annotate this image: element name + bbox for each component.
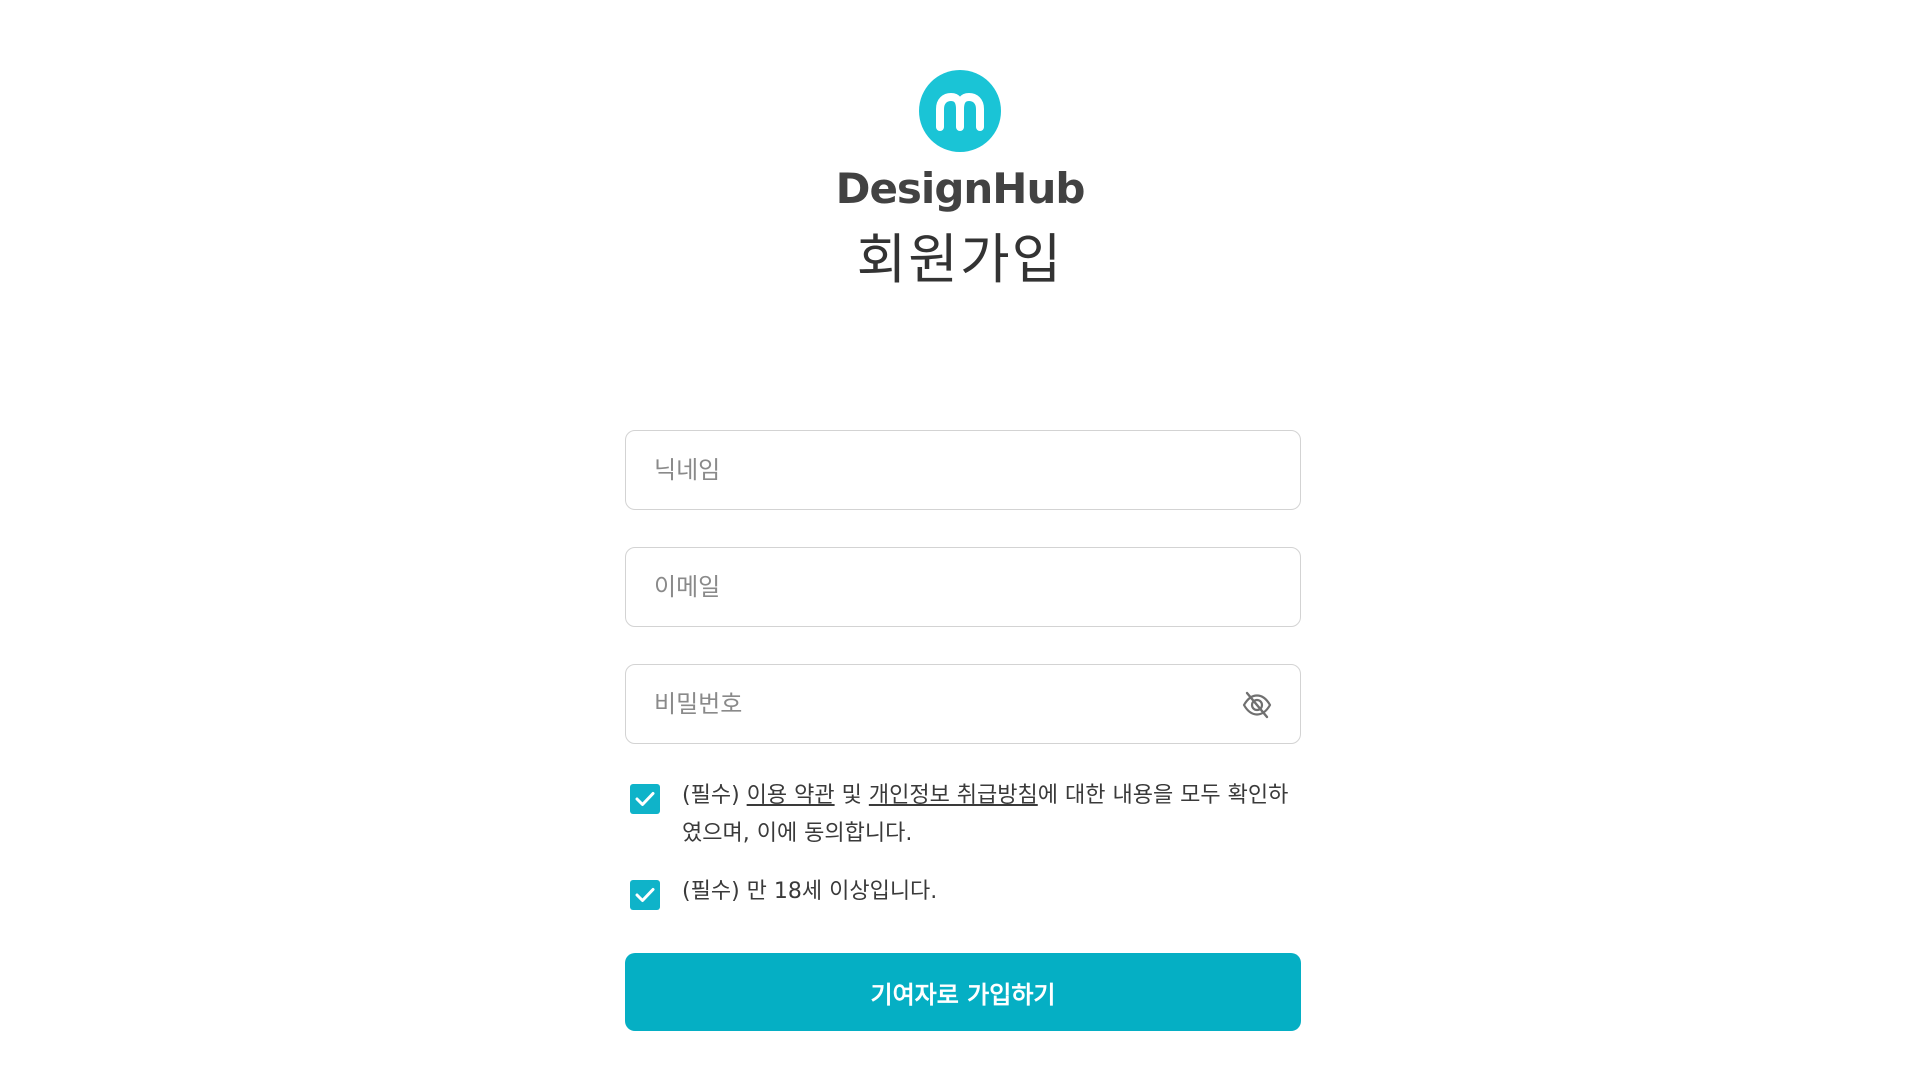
privacy-policy-link[interactable]: 개인정보 취급방침 (869, 783, 1038, 808)
eye-slash-icon[interactable] (1240, 689, 1274, 721)
signup-form: (필수) 이용 약관 및 개인정보 취급방침에 대한 내용을 모두 확인하였으며… (625, 430, 1301, 1031)
email-field-wrapper (625, 547, 1301, 627)
age-consent-label: (필수) 만 18세 이상입니다. (682, 879, 938, 904)
terms-consent-text: (필수) 이용 약관 및 개인정보 취급방침에 대한 내용을 모두 확인하였으며… (682, 777, 1301, 853)
checkmark-icon (635, 888, 655, 902)
checkmark-icon (635, 792, 655, 806)
terms-consent-row: (필수) 이용 약관 및 개인정보 취급방침에 대한 내용을 모두 확인하였으며… (625, 777, 1301, 853)
signup-contributor-button[interactable]: 기여자로 가입하기 (625, 953, 1301, 1031)
letter-m-logo-icon (919, 70, 1001, 152)
terms-checkbox[interactable] (630, 784, 660, 814)
password-field-wrapper (625, 664, 1301, 744)
page-title: 회원가입 (856, 228, 1064, 291)
age-checkbox[interactable] (630, 880, 660, 910)
nickname-input[interactable] (626, 431, 1300, 509)
terms-and: 및 (834, 783, 869, 808)
signup-page: DesignHub 회원가입 닉네임 이메일 (필수) 이용 약관 및 개인정보… (0, 0, 1920, 1080)
nickname-field-wrapper (625, 430, 1301, 510)
terms-of-use-link[interactable]: 이용 약관 (747, 783, 835, 808)
email-input[interactable] (626, 548, 1300, 626)
brand-name: DesignHub (835, 164, 1086, 213)
password-input[interactable] (626, 665, 1300, 743)
brand-header: DesignHub 회원가입 (0, 70, 1920, 290)
terms-prefix: (필수) (682, 783, 747, 808)
age-consent-row: (필수) 만 18세 이상입니다. (625, 873, 1301, 911)
